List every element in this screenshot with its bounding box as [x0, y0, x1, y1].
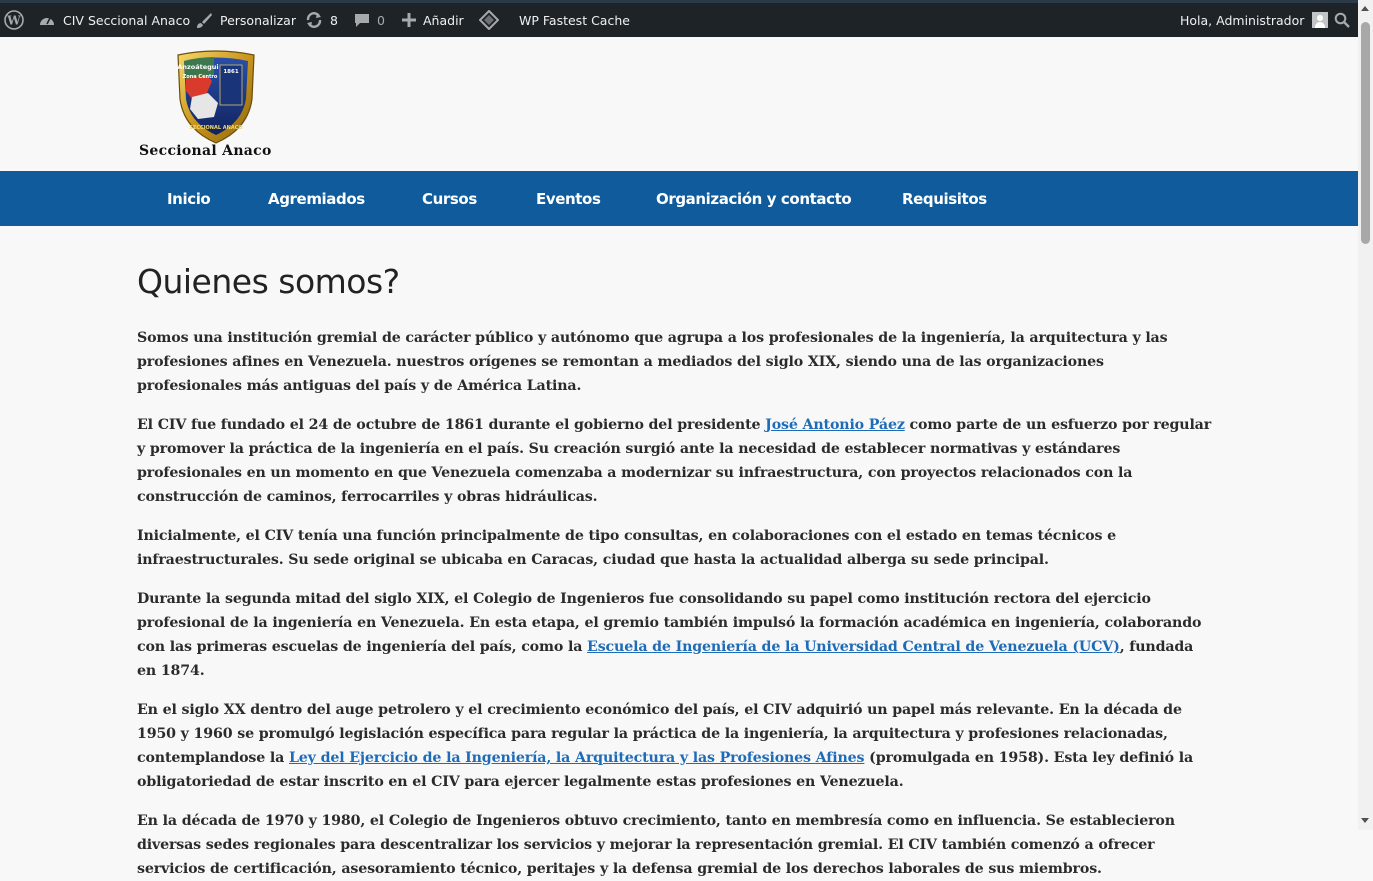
logo-seccional: SECCIONAL ANACO — [189, 125, 242, 131]
customize-menu[interactable]: Personalizar — [196, 3, 296, 37]
paragraph-initial-role: Inicialmente, el CIV tenía una función p… — [137, 528, 1116, 568]
brush-icon — [196, 12, 213, 29]
add-new-menu[interactable]: Añadir — [402, 3, 464, 37]
updates-menu[interactable]: 8 — [305, 3, 338, 37]
paez-link[interactable]: José Antonio Páez — [765, 417, 905, 433]
p2-text-before: El CIV fue fundado el 24 de octubre de 1… — [137, 417, 766, 433]
scroll-up-arrow-icon[interactable] — [1361, 6, 1369, 11]
scrollbar[interactable] — [1358, 0, 1373, 830]
scroll-down-arrow-icon[interactable] — [1361, 818, 1369, 823]
plus-icon — [402, 13, 416, 27]
nav-item-cursos[interactable]: Cursos — [422, 171, 477, 226]
comments-count: 0 — [377, 12, 385, 28]
paragraph-twentieth-century: En el siglo XX dentro del auge petrolero… — [137, 698, 1212, 794]
cache-plugin-label: WP Fastest Cache — [519, 12, 630, 28]
nav-item-agremiados[interactable]: Agremiados — [268, 171, 365, 226]
greeting-label: Hola, Administrador — [1180, 12, 1305, 28]
add-new-label: Añadir — [423, 12, 464, 28]
nav-item-inicio[interactable]: Inicio — [167, 171, 211, 226]
paragraph-growth: En la década de 1970 y 1980, el Colegio … — [137, 813, 1175, 877]
ucv-link[interactable]: Escuela de Ingeniería de la Universidad … — [587, 639, 1120, 655]
dashboard-icon — [38, 12, 56, 28]
site-header: 1861 Anzoátegui Zona Centro SECCIONAL AN… — [0, 37, 1358, 171]
cache-plugin-menu[interactable]: WP Fastest Cache — [479, 3, 630, 37]
paragraph-founding: El CIV fue fundado el 24 de octubre de 1… — [137, 413, 1212, 509]
search-icon[interactable] — [1334, 3, 1350, 37]
avatar — [1312, 12, 1329, 28]
admin-bar: W CIV Seccional Anaco Personalizar 8 0 A… — [0, 0, 1373, 37]
nav-item-eventos[interactable]: Eventos — [536, 171, 601, 226]
law-link[interactable]: Ley del Ejercicio de la Ingeniería, la A… — [289, 750, 865, 766]
page-content: Quienes somos? Somos una institución gre… — [137, 226, 1212, 881]
logo-year: 1861 — [223, 69, 238, 75]
scroll-thumb[interactable] — [1361, 22, 1370, 244]
wordpress-logo-icon[interactable]: W — [4, 3, 24, 37]
comments-menu[interactable]: 0 — [354, 3, 385, 37]
logo-state: Anzoátegui — [177, 63, 218, 71]
site-name-menu[interactable]: CIV Seccional Anaco — [38, 3, 190, 37]
logo-zone: Zona Centro — [183, 74, 218, 80]
page-title: Quienes somos? — [137, 262, 400, 301]
logo-name: Seccional Anaco — [139, 143, 272, 159]
cache-diamond-icon — [479, 10, 499, 30]
updates-count: 8 — [330, 12, 338, 28]
nav-item-organizacion[interactable]: Organización y contacto — [656, 171, 852, 226]
updates-icon — [305, 11, 323, 29]
svg-text:W: W — [6, 14, 21, 28]
customize-label: Personalizar — [220, 12, 296, 28]
main-navigation: Inicio Agremiados Cursos Eventos Organiz… — [0, 171, 1358, 226]
comment-icon — [354, 12, 370, 28]
nav-item-requisitos[interactable]: Requisitos — [902, 171, 987, 226]
paragraph-nineteenth-century: Durante la segunda mitad del siglo XIX, … — [137, 587, 1212, 683]
site-name-label: CIV Seccional Anaco — [63, 12, 191, 28]
paragraph-intro: Somos una institución gremial de carácte… — [137, 330, 1168, 394]
account-menu[interactable]: Hola, Administrador — [1180, 3, 1329, 37]
